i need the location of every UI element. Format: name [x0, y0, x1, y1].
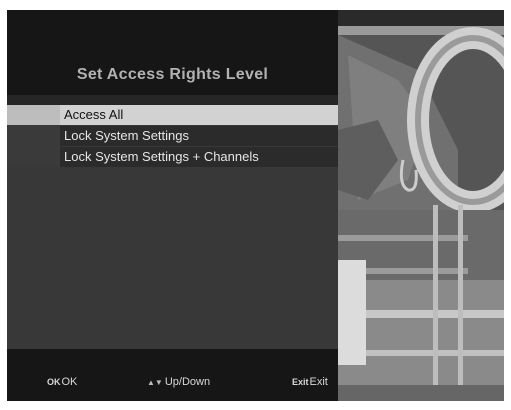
ok-hint-label: OK	[61, 376, 78, 388]
access-level-list: Access All Lock System Settings Lock Sys…	[7, 105, 338, 168]
menu-title-bar: Set Access Rights Level	[7, 10, 338, 95]
updown-hint-label: Up/Down	[164, 376, 211, 388]
list-item-label: Lock System Settings	[64, 128, 189, 143]
list-item-lock-system-settings-channels[interactable]: Lock System Settings + Channels	[7, 147, 338, 167]
list-item-access-all[interactable]: Access All	[7, 105, 338, 125]
ok-key-icon: OK	[47, 377, 61, 387]
live-video-preview	[338, 10, 504, 401]
key-hint-bar: OKOK ▲▼ Up/Down ExitExit	[7, 349, 338, 401]
tv-screen: Set Access Rights Level Access All Lock …	[7, 10, 504, 401]
updown-hint: ▲▼ Up/Down	[147, 376, 210, 388]
page-title: Set Access Rights Level	[76, 66, 269, 83]
list-item-lock-system-settings[interactable]: Lock System Settings	[7, 126, 338, 146]
exit-key-icon: Exit	[292, 377, 309, 387]
ok-hint: OKOK	[47, 376, 77, 388]
video-frame-image	[338, 10, 504, 401]
exit-hint-label: Exit	[309, 376, 328, 388]
list-item-label: Lock System Settings + Channels	[64, 149, 259, 164]
list-item-label: Access All	[64, 107, 124, 122]
exit-hint: ExitExit	[292, 376, 328, 388]
access-rights-menu: Set Access Rights Level Access All Lock …	[7, 10, 338, 401]
up-down-arrows-icon: ▲▼	[147, 378, 163, 387]
title-separator	[7, 95, 338, 105]
